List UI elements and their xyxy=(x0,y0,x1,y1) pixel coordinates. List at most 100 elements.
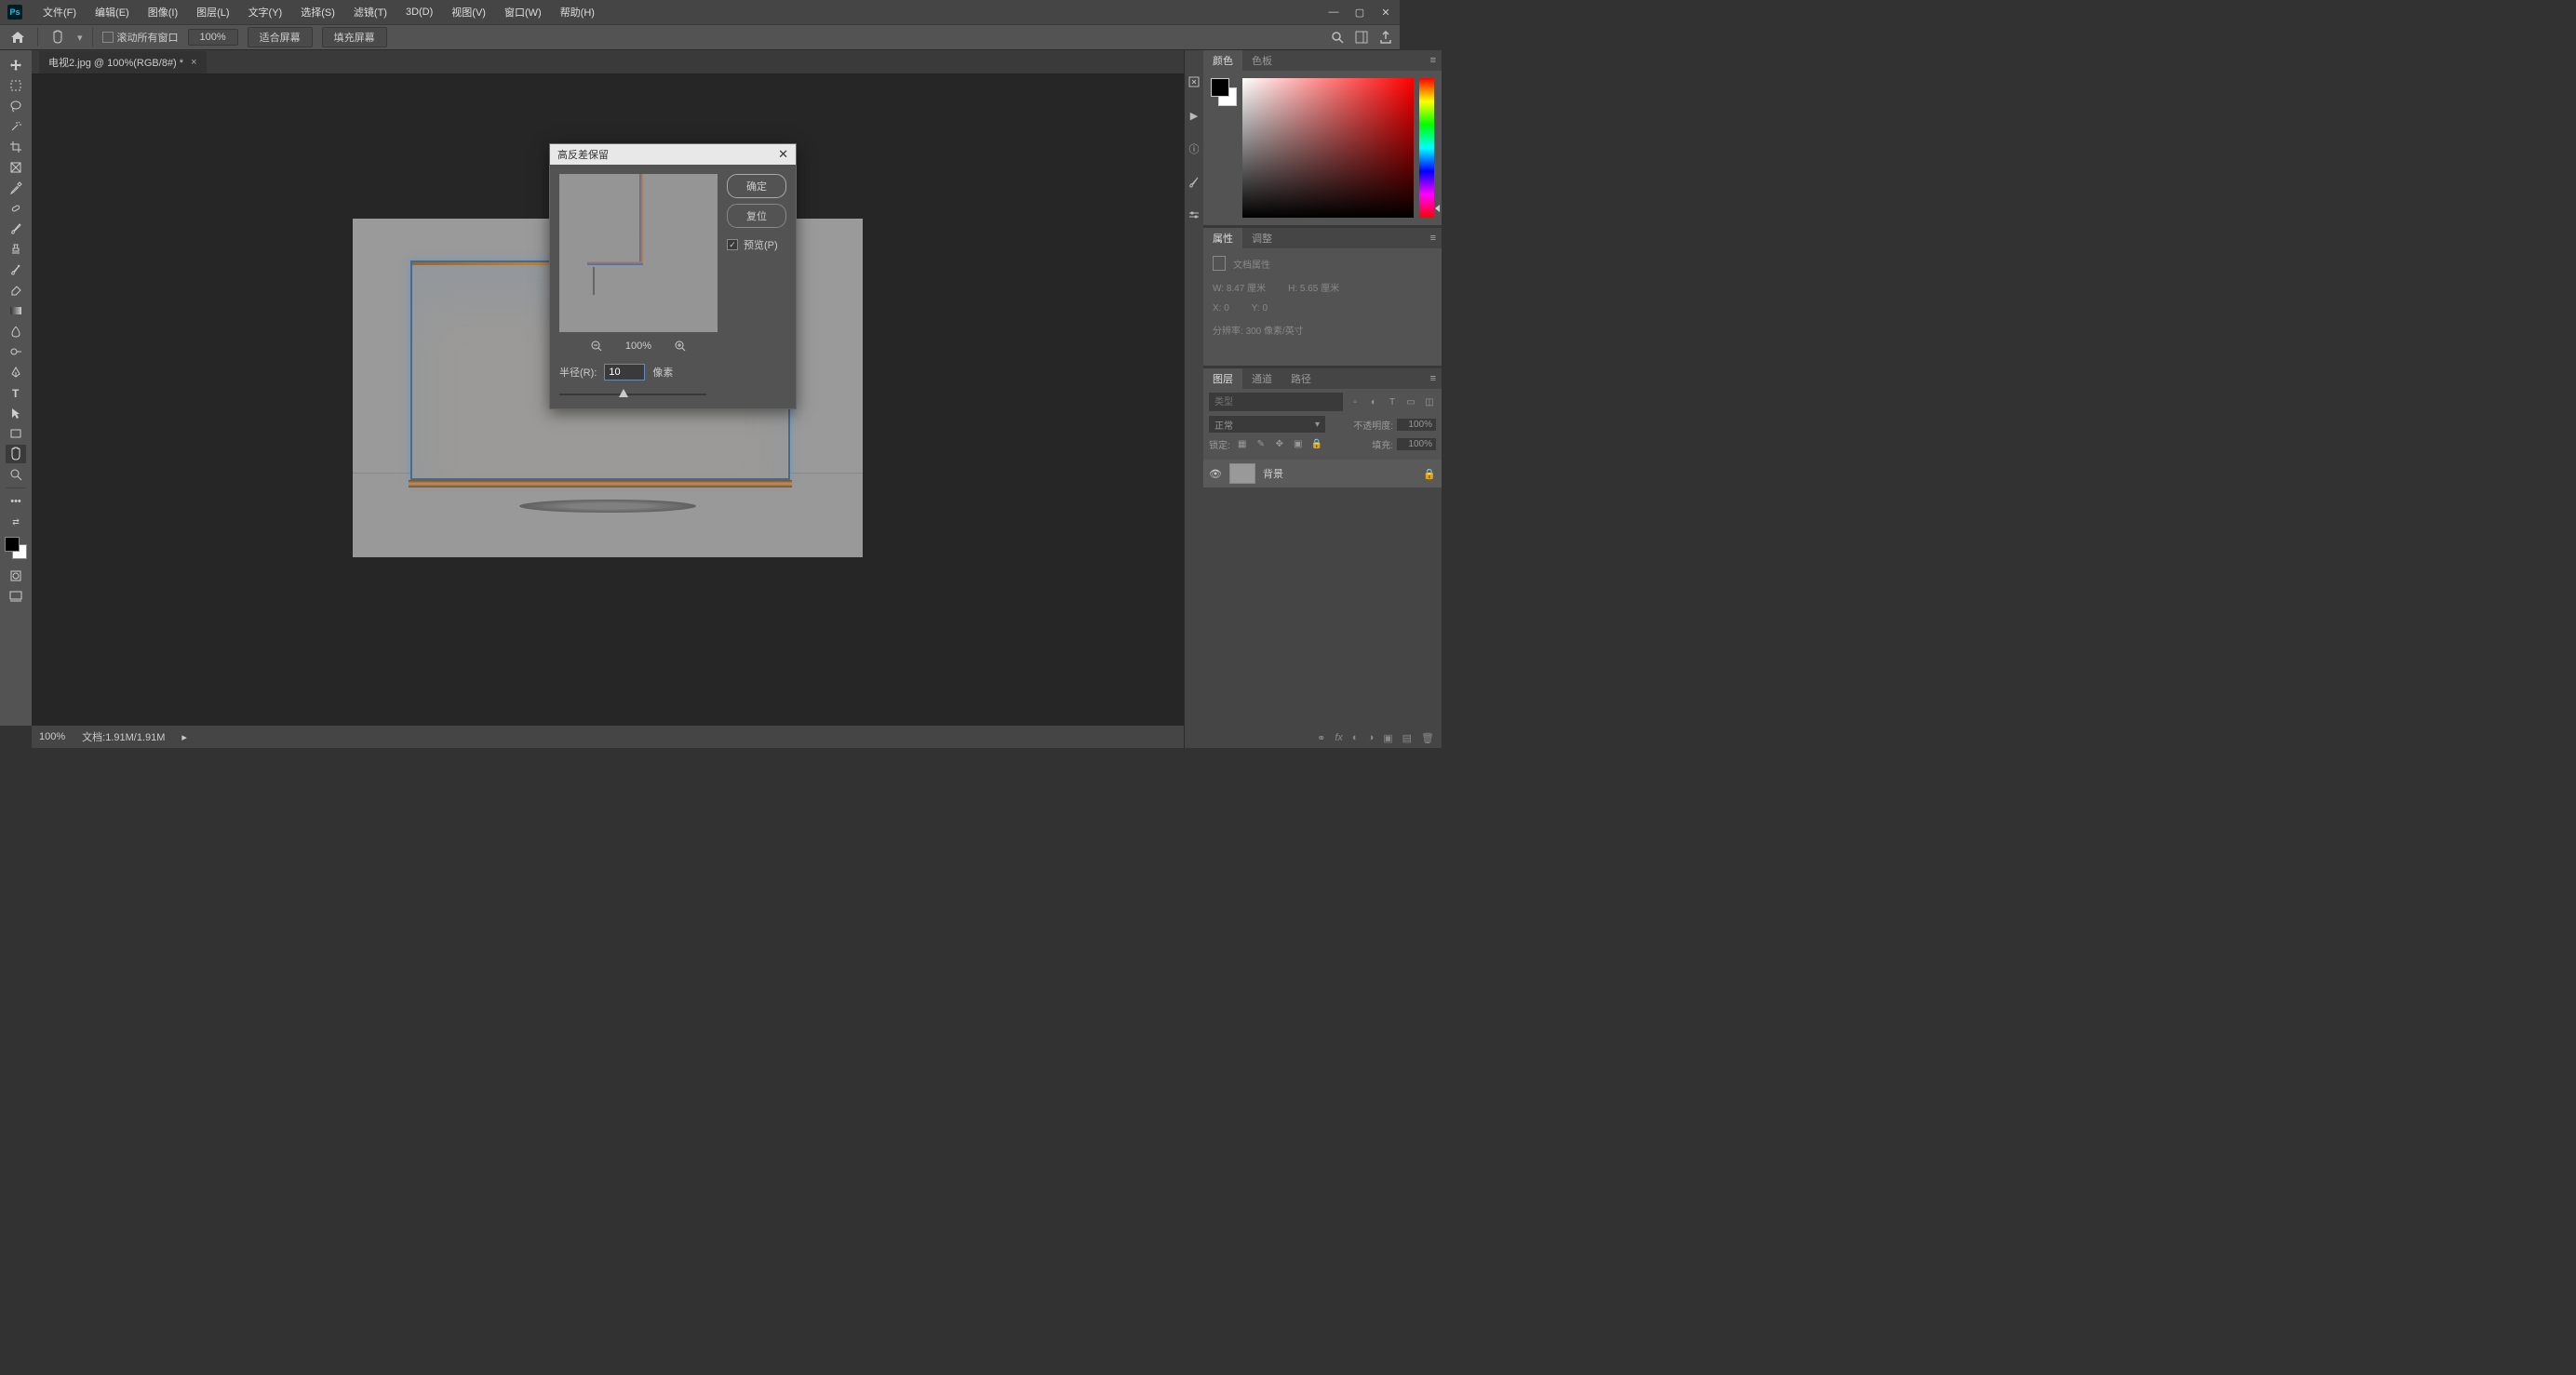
radius-slider[interactable] xyxy=(559,394,706,395)
filter-pixel-icon[interactable]: ▫ xyxy=(1348,395,1362,408)
path-select-icon[interactable] xyxy=(6,404,26,422)
blur-tool-icon[interactable] xyxy=(6,322,26,340)
radius-input[interactable] xyxy=(604,364,645,380)
panel-menu-icon[interactable]: ≡ xyxy=(1425,233,1442,244)
panel-menu-icon[interactable]: ≡ xyxy=(1425,373,1442,384)
window-close-icon[interactable]: ✕ xyxy=(1379,7,1392,19)
dodge-tool-icon[interactable] xyxy=(6,342,26,361)
new-group-icon[interactable]: ▣ xyxy=(1383,732,1392,744)
menu-image[interactable]: 图像(I) xyxy=(139,5,187,20)
eraser-tool-icon[interactable] xyxy=(6,281,26,300)
menu-view[interactable]: 视图(V) xyxy=(442,5,495,20)
brushes-panel-icon[interactable] xyxy=(1185,173,1203,192)
window-maximize-icon[interactable]: ▢ xyxy=(1353,7,1366,19)
delete-layer-icon[interactable]: 🗑 xyxy=(1421,732,1434,744)
crop-tool-icon[interactable] xyxy=(6,138,26,156)
menu-edit[interactable]: 编辑(E) xyxy=(86,5,139,20)
menu-3d[interactable]: 3D(D) xyxy=(396,7,442,18)
foreground-background-swatch[interactable] xyxy=(1211,78,1237,106)
layer-filter-input[interactable] xyxy=(1209,393,1343,411)
menu-select[interactable]: 选择(S) xyxy=(291,5,344,20)
lasso-tool-icon[interactable] xyxy=(6,97,26,115)
brush-tool-icon[interactable] xyxy=(6,220,26,238)
dialog-title-bar[interactable]: 高反差保留 ✕ xyxy=(550,144,796,165)
history-brush-icon[interactable] xyxy=(6,260,26,279)
frame-tool-icon[interactable] xyxy=(6,158,26,177)
menu-type[interactable]: 文字(Y) xyxy=(239,5,292,20)
actions-panel-icon[interactable]: ▶ xyxy=(1185,106,1203,125)
edit-toolbar-icon[interactable]: ••• xyxy=(6,492,26,511)
layer-name[interactable]: 背景 xyxy=(1263,466,1283,481)
brush-settings-icon[interactable] xyxy=(1185,207,1203,225)
filter-shape-icon[interactable]: ▭ xyxy=(1404,395,1417,408)
layer-row[interactable]: 👁 背景 🔒 xyxy=(1203,460,1442,487)
eyedropper-tool-icon[interactable] xyxy=(6,179,26,197)
new-fill-icon[interactable]: ◑ xyxy=(1368,732,1375,743)
fit-screen-button[interactable]: 适合屏幕 xyxy=(248,27,313,47)
color-field[interactable] xyxy=(1242,78,1414,218)
document-tab[interactable]: 电视2.jpg @ 100%(RGB/8#) * × xyxy=(39,51,207,73)
type-tool-icon[interactable]: T xyxy=(6,383,26,402)
lock-all-icon[interactable]: 🔒 xyxy=(1310,438,1323,451)
tab-swatches[interactable]: 色板 xyxy=(1242,50,1281,71)
reset-button[interactable]: 复位 xyxy=(727,204,786,228)
layer-mask-icon[interactable]: ◐ xyxy=(1352,732,1359,743)
panel-menu-icon[interactable]: ≡ xyxy=(1425,55,1442,66)
pen-tool-icon[interactable] xyxy=(6,363,26,381)
zoom-out-icon[interactable] xyxy=(590,340,603,353)
lock-trans-icon[interactable]: ▦ xyxy=(1236,438,1249,451)
new-layer-icon[interactable]: ▤ xyxy=(1402,732,1412,744)
menu-file[interactable]: 文件(F) xyxy=(34,5,86,20)
fill-screen-button[interactable]: 填充屏幕 xyxy=(322,27,387,47)
marquee-tool-icon[interactable] xyxy=(6,76,26,95)
gradient-tool-icon[interactable] xyxy=(6,301,26,320)
workspace-icon[interactable] xyxy=(1355,31,1368,44)
shape-tool-icon[interactable] xyxy=(6,424,26,443)
screenmode-icon[interactable] xyxy=(6,587,26,606)
home-icon[interactable] xyxy=(7,27,28,47)
swap-colors-icon[interactable]: ⇄ xyxy=(6,513,26,531)
blend-mode-select[interactable]: 正常▾ xyxy=(1209,416,1325,433)
link-layers-icon[interactable]: ⚭ xyxy=(1317,732,1325,744)
preview-checkbox[interactable]: ✓ xyxy=(727,239,738,250)
layer-thumbnail[interactable] xyxy=(1229,463,1255,484)
lock-paint-icon[interactable]: ✎ xyxy=(1254,438,1268,451)
menu-layer[interactable]: 图层(L) xyxy=(187,5,238,20)
zoom-level[interactable]: 100% xyxy=(188,29,238,46)
tab-adjustments[interactable]: 调整 xyxy=(1242,228,1281,248)
fill-value[interactable]: 100% xyxy=(1397,438,1436,450)
status-arrow-icon[interactable]: ▸ xyxy=(181,731,187,743)
lock-nest-icon[interactable]: ▣ xyxy=(1292,438,1305,451)
visibility-icon[interactable]: 👁 xyxy=(1209,468,1222,480)
filter-adjust-icon[interactable]: ◐ xyxy=(1367,395,1380,408)
history-panel-icon[interactable] xyxy=(1185,73,1203,91)
menu-help[interactable]: 帮助(H) xyxy=(551,5,604,20)
color-swatch[interactable] xyxy=(5,537,27,559)
zoom-tool-icon[interactable] xyxy=(6,465,26,484)
menu-filter[interactable]: 滤镜(T) xyxy=(344,5,396,20)
scroll-all-checkbox[interactable] xyxy=(102,32,114,43)
hand-tool-icon[interactable] xyxy=(6,445,26,463)
filter-preview[interactable] xyxy=(559,174,718,332)
opacity-value[interactable]: 100% xyxy=(1397,419,1436,431)
tab-color[interactable]: 颜色 xyxy=(1203,50,1242,71)
tab-paths[interactable]: 路径 xyxy=(1281,368,1321,389)
layer-style-icon[interactable]: fx xyxy=(1335,732,1343,743)
zoom-in-icon[interactable] xyxy=(674,340,687,353)
info-panel-icon[interactable]: ⓘ xyxy=(1185,140,1203,158)
wand-tool-icon[interactable] xyxy=(6,117,26,136)
dialog-close-icon[interactable]: ✕ xyxy=(778,147,788,162)
tab-properties[interactable]: 属性 xyxy=(1203,228,1242,248)
stamp-tool-icon[interactable] xyxy=(6,240,26,259)
share-icon[interactable] xyxy=(1379,31,1392,44)
window-minimize-icon[interactable]: — xyxy=(1327,7,1340,19)
menu-window[interactable]: 窗口(W) xyxy=(495,5,551,20)
filter-smart-icon[interactable]: ◫ xyxy=(1423,395,1436,408)
search-icon[interactable] xyxy=(1331,31,1344,44)
hue-slider[interactable] xyxy=(1419,78,1434,218)
tab-close-icon[interactable]: × xyxy=(191,57,196,68)
move-tool-icon[interactable] xyxy=(6,56,26,74)
quickmask-icon[interactable] xyxy=(6,567,26,585)
filter-type-icon[interactable]: T xyxy=(1386,395,1399,408)
ok-button[interactable]: 确定 xyxy=(727,174,786,198)
